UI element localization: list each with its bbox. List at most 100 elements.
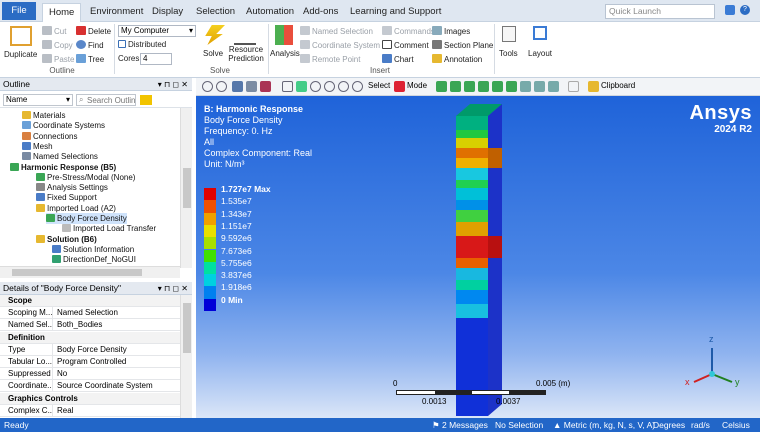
details-row[interactable]: Coordinate... Source Coordinate System (0, 380, 180, 393)
rotate-icon[interactable] (282, 81, 293, 92)
property-value[interactable]: Body Force Density (57, 344, 127, 356)
legend-swatch (204, 224, 216, 238)
commands-button[interactable]: Commands (382, 26, 435, 38)
units-dropdown[interactable]: ▲ Metric (m, kg, N, s, V, A) (553, 418, 655, 432)
pin-icon[interactable]: ▾ ⊓ ◻ ✕ (158, 78, 188, 91)
analysis-title: B: Harmonic Response (204, 104, 304, 114)
zoom-in-icon[interactable] (352, 81, 363, 92)
wireframe-icon[interactable] (246, 81, 257, 92)
search-outline-input[interactable] (76, 94, 136, 106)
tab-selection[interactable]: Selection (190, 3, 241, 22)
outline-vertical-scrollbar[interactable] (180, 108, 192, 268)
select-edge-icon[interactable] (450, 81, 461, 92)
graphics-viewport[interactable]: B: Harmonic Response Body Force Density … (196, 96, 760, 418)
extend-icon[interactable] (520, 81, 531, 92)
remote-point-button[interactable]: Remote Point (300, 54, 360, 66)
section-plane-button[interactable]: Section Plane (432, 40, 493, 52)
details-row[interactable]: Tabular Lo... Program Controlled (0, 356, 180, 368)
delete-button[interactable]: Delete (76, 26, 111, 38)
tab-learning-and-support[interactable]: Learning and Support (344, 3, 447, 22)
chart-button[interactable]: Chart (382, 54, 414, 66)
property-value[interactable]: Both_Bodies (57, 319, 102, 331)
filter-icon[interactable] (140, 95, 152, 105)
find-button[interactable]: Find (76, 40, 104, 52)
select-label[interactable]: Select (368, 81, 390, 90)
select-body-icon[interactable] (478, 81, 489, 92)
angle-units[interactable]: Degrees (653, 418, 685, 432)
tab-add-ons[interactable]: Add-ons (297, 3, 344, 22)
tab-environment[interactable]: Environment (84, 3, 149, 22)
annotation-button[interactable]: Annotation (432, 54, 482, 66)
select-face-icon[interactable] (464, 81, 475, 92)
tools-button[interactable]: Tools (499, 48, 518, 60)
tree-node[interactable]: DirectionDef_NoGUI (52, 254, 136, 264)
tab-automation[interactable]: Automation (240, 3, 300, 22)
comment-button[interactable]: Comment (382, 40, 429, 52)
property-value[interactable]: Source Coordinate System (57, 380, 153, 392)
select-node-icon[interactable] (492, 81, 503, 92)
distributed-checkbox[interactable]: Distributed (118, 39, 166, 51)
cursor-icon[interactable] (394, 81, 405, 92)
coordinate-system-button[interactable]: Coordinate System (300, 40, 380, 52)
select-element-icon[interactable] (506, 81, 517, 92)
zoom-box-icon[interactable] (310, 81, 321, 92)
property-value[interactable]: No (57, 368, 67, 380)
tab-file[interactable]: File (2, 2, 36, 20)
paste-button[interactable]: Paste (42, 54, 74, 66)
quick-launch-input[interactable]: Quick Launch (605, 4, 715, 19)
ruler-icon[interactable] (568, 81, 579, 92)
rotation-units[interactable]: rad/s (691, 418, 710, 432)
details-section[interactable]: Graphics Controls (0, 392, 180, 405)
temperature-units[interactable]: Celsius (722, 418, 750, 432)
details-scrollbar[interactable] (180, 295, 192, 418)
mode-dropdown[interactable]: Mode (407, 81, 427, 90)
property-value[interactable]: Named Selection (57, 307, 118, 319)
magnifier-icon[interactable] (338, 81, 349, 92)
details-row[interactable]: Type Body Force Density (0, 343, 180, 356)
pan-icon[interactable] (296, 81, 307, 92)
tree-node-label: Solution Information (63, 244, 135, 254)
computer-select[interactable]: My Computer ▾ (118, 25, 196, 37)
clipboard-icon[interactable] (588, 81, 599, 92)
cores-input[interactable]: 4 (140, 53, 172, 65)
tab-display[interactable]: Display (146, 3, 189, 22)
caret-up-icon: ▲ (553, 420, 562, 430)
help-icon[interactable]: ? (740, 5, 750, 15)
messages-link[interactable]: ⚑ 2 Messages (432, 418, 488, 432)
copy-button[interactable]: Copy (42, 40, 73, 52)
axis-triad[interactable]: z x y (684, 332, 744, 392)
annotation-label: Annotation (444, 55, 483, 64)
zoom-icon[interactable] (202, 81, 213, 92)
property-value[interactable]: Real (57, 405, 73, 417)
details-row[interactable]: Named Sel... Both_Bodies (0, 319, 180, 332)
tree-button[interactable]: Tree (76, 54, 104, 66)
tab-home[interactable]: Home (42, 3, 82, 22)
wizard-icon[interactable] (725, 5, 735, 15)
pick-icon[interactable] (548, 81, 559, 92)
details-section[interactable]: Scope (0, 295, 180, 307)
resource-prediction-button[interactable]: Resource Prediction (226, 45, 266, 63)
property-value[interactable]: Program Controlled (57, 356, 126, 368)
select-vertex-icon[interactable] (436, 81, 447, 92)
name-filter-select[interactable]: Name ▾ (3, 94, 73, 106)
solve-button[interactable]: Solve (203, 48, 223, 60)
details-row[interactable]: Complex C... Real (0, 404, 180, 417)
edges-icon[interactable] (260, 81, 271, 92)
analysis-button[interactable]: Analysis (270, 48, 300, 60)
cut-button[interactable]: Cut (42, 26, 66, 38)
pin-icon[interactable]: ▾ ⊓ ◻ ✕ (158, 282, 188, 295)
status-ready: Ready (4, 420, 29, 430)
details-row[interactable]: Suppressed No (0, 368, 180, 381)
details-section[interactable]: Definition (0, 331, 180, 344)
named-selection-button[interactable]: Named Selection (300, 26, 373, 38)
layout-button[interactable]: Layout (528, 48, 552, 60)
outline-horizontal-scrollbar[interactable] (0, 266, 180, 278)
view-icon[interactable] (232, 81, 243, 92)
images-button[interactable]: Images (432, 26, 470, 38)
clipboard-dropdown[interactable]: Clipboard (601, 81, 635, 90)
details-row[interactable]: Scoping M... Named Selection (0, 307, 180, 320)
zoom-fit-icon[interactable] (324, 81, 335, 92)
expand-icon[interactable] (534, 81, 545, 92)
duplicate-button[interactable]: Duplicate (4, 49, 37, 61)
zoom-out-icon[interactable] (216, 81, 227, 92)
